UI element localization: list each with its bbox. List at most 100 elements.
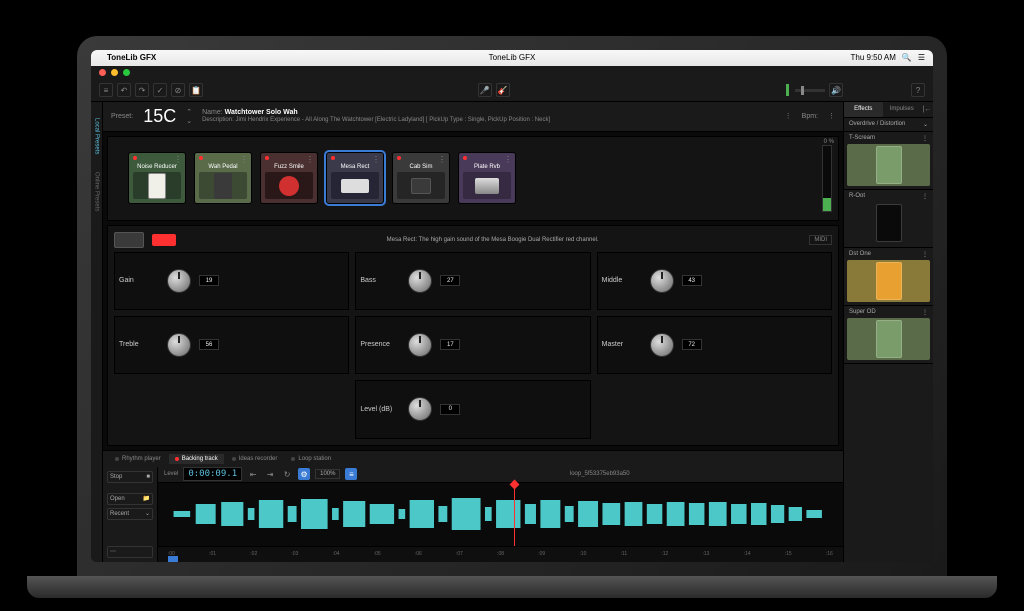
pedal-menu-icon[interactable]: ⋮ [240,155,248,164]
help-button[interactable]: ? [911,83,925,97]
fx-item-t-scream[interactable]: T-Scream⋮ [844,132,933,190]
bpm-more-icon[interactable]: ⋮ [828,112,835,120]
led-icon [331,156,335,160]
tab-ideas-recorder[interactable]: Ideas recorder [226,454,284,464]
level-knob[interactable] [408,397,432,421]
timecode-display: 0:00:09.1 [183,467,242,481]
online-presets-tab[interactable]: Online Presets [94,164,100,219]
player-toolbar: Level 0:00:09.1 ⇤ ⇥ ↻ ⚙ 100% ≡ loop_5f53… [158,467,843,483]
player-options-button[interactable]: ⋯ [107,546,153,558]
input-volume-slider[interactable] [795,89,825,92]
fx-item-dst-one[interactable]: Dst One⋮ [844,248,933,306]
bpm-label: Bpm: [802,113,818,120]
tab-effects[interactable]: Effects [844,102,883,117]
open-button[interactable]: Open📁 [107,493,153,505]
preset-more-icon[interactable]: ⋮ [785,112,792,120]
window-traffic-lights [91,66,933,80]
menu-button[interactable]: ≡ [99,83,113,97]
playhead[interactable] [514,483,515,546]
fx-more-icon[interactable]: ⋮ [922,135,928,142]
tab-backing-track[interactable]: Backing track [169,454,224,464]
close-window-button[interactable] [99,69,106,76]
waveform [168,494,833,534]
fx-more-icon[interactable]: ⋮ [922,251,928,258]
guitar-input-button[interactable]: 🎸 [496,83,510,97]
revert-button[interactable]: ⊘ [171,83,185,97]
chevron-down-icon: ⌄ [145,510,150,517]
mic-input-button[interactable]: 🎤 [478,83,492,97]
fx-more-icon[interactable]: ⋮ [922,309,928,316]
undo-button[interactable]: ↶ [117,83,131,97]
waveform-area[interactable]: :00:01:02:03:04:05:06:07:08:09:10:11:12:… [158,483,843,562]
knob-bass: Bass27 [355,252,590,310]
skip-start-icon[interactable]: ⇤ [247,468,259,480]
pedal-noise-reducer[interactable]: ⋮Noise Reducer [128,152,186,204]
settings-gear-icon[interactable]: ⚙ [298,468,310,480]
middle-value[interactable]: 43 [682,275,702,286]
speed-selector[interactable]: 100% [315,469,340,479]
pedal-menu-icon[interactable]: ⋮ [174,155,182,164]
clipboard-button[interactable]: 📋 [189,83,203,97]
pedal-plate-rvb[interactable]: ⋮Plate Rvb [458,152,516,204]
pedal-menu-icon[interactable]: ⋮ [306,155,314,164]
name-label: Name: [202,109,223,116]
pedal-mesa-rect[interactable]: ⋮Mesa Rect [326,152,384,204]
led-icon [397,156,401,160]
menubar-app-name[interactable]: ToneLib GFX [107,53,156,62]
master-knob[interactable] [650,333,674,357]
output-meter [822,145,832,212]
pedal-menu-icon[interactable]: ⋮ [438,155,446,164]
bass-knob[interactable] [408,269,432,293]
presence-knob[interactable] [408,333,432,357]
fx-panel-tabs: Effects Impulses |← [844,102,933,118]
bass-value[interactable]: 27 [440,275,460,286]
amp-icon [114,232,144,248]
preset-name[interactable]: Watchtower Solo Wah [225,109,298,116]
pedal-fuzz-smile[interactable]: ⋮Fuzz Smile [260,152,318,204]
menubar-clock[interactable]: Thu 9:50 AM [851,53,896,62]
minimize-window-button[interactable] [111,69,118,76]
menu-icon[interactable]: ☰ [918,53,925,62]
fx-item-r-oot[interactable]: R-Oot⋮ [844,190,933,248]
loop-icon[interactable]: ↻ [281,468,293,480]
spotlight-icon[interactable]: 🔍 [902,53,912,62]
middle-knob[interactable] [650,269,674,293]
gain-knob[interactable] [167,269,191,293]
level-value[interactable]: 0 [440,404,460,415]
tab-loop-station[interactable]: Loop station [285,454,337,464]
preset-up-button[interactable]: ⌃ [186,108,192,116]
pedal-wah[interactable]: ⋮Wah Pedal [194,152,252,204]
fx-item-super-od[interactable]: Super OD⋮ [844,306,933,364]
speaker-icon[interactable]: 🔊 [829,83,843,97]
skip-end-icon[interactable]: ⇥ [264,468,276,480]
fx-add-icon[interactable]: |← [921,102,933,117]
maximize-window-button[interactable] [123,69,130,76]
treble-value[interactable]: 56 [199,339,219,350]
tab-rhythm-player[interactable]: Rhythm player [109,454,167,464]
master-value[interactable]: 72 [682,339,702,350]
pedal-menu-icon[interactable]: ⋮ [504,155,512,164]
recent-button[interactable]: Recent⌄ [107,508,153,520]
tab-impulses[interactable]: Impulses [883,102,922,117]
stop-button[interactable]: Stop■ [107,471,153,483]
presence-value[interactable]: 17 [440,339,460,350]
fx-more-icon[interactable]: ⋮ [922,193,928,200]
preset-label: Preset: [111,113,133,120]
treble-knob[interactable] [167,333,191,357]
amp-description: Mesa Rect: The high gain sound of the Me… [184,237,801,243]
gain-value[interactable]: 19 [199,275,219,286]
pedal-cab-sim[interactable]: ⋮Cab Sim [392,152,450,204]
loop-start-marker[interactable] [168,556,178,562]
amp-power-switch[interactable] [152,234,176,246]
pedal-menu-icon[interactable]: ⋮ [372,155,380,164]
local-presets-tab[interactable]: Local Presets [94,110,100,162]
preset-description[interactable]: Jimi Hendrix Experience - All Along The … [235,117,550,123]
redo-button[interactable]: ↷ [135,83,149,97]
time-ruler[interactable]: :00:01:02:03:04:05:06:07:08:09:10:11:12:… [158,546,843,562]
midi-button[interactable]: MIDI [809,235,832,245]
eq-icon[interactable]: ≡ [345,468,357,480]
knob-presence: Presence17 [355,316,590,374]
fx-category-selector[interactable]: Overdrive / Distortion⌄ [844,118,933,132]
save-button[interactable]: ✓ [153,83,167,97]
preset-down-button[interactable]: ⌄ [186,117,192,125]
